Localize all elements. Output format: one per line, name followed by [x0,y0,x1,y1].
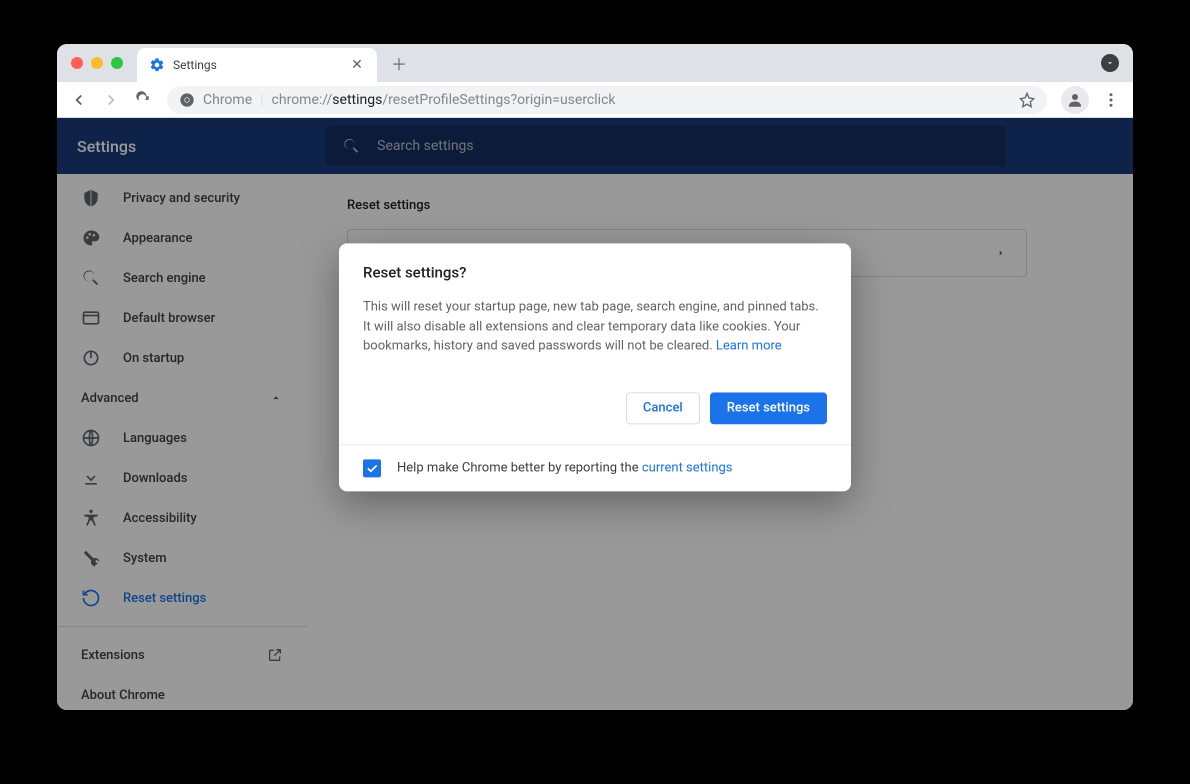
url-prefix: Chrome [203,92,252,108]
url-scheme: chrome:// [272,92,333,108]
close-window-button[interactable] [71,57,83,69]
back-button[interactable] [65,86,93,114]
titlebar: Settings ✕ ＋ [57,44,1133,82]
url-host: settings [332,92,382,108]
dialog-footer: Help make Chrome better by reporting the… [339,444,851,491]
url-path: /resetProfileSettings?origin=userclick [382,92,615,108]
window-controls [57,57,137,69]
minimize-window-button[interactable] [91,57,103,69]
reload-button[interactable] [129,86,157,114]
new-tab-button[interactable]: ＋ [385,49,413,77]
reset-settings-button[interactable]: Reset settings [710,392,827,424]
learn-more-link[interactable]: Learn more [716,338,782,353]
cancel-button[interactable]: Cancel [626,392,700,424]
address-bar[interactable]: Chrome | chrome://settings/resetProfileS… [167,86,1047,114]
maximize-window-button[interactable] [111,57,123,69]
window-menu-icon[interactable] [1101,54,1119,72]
toolbar: Chrome | chrome://settings/resetProfileS… [57,82,1133,118]
footer-text: Help make Chrome better by reporting the… [397,460,733,475]
tab-title: Settings [173,58,341,72]
bookmark-star-icon[interactable] [1019,92,1035,108]
profile-avatar[interactable] [1061,86,1089,114]
browser-tab[interactable]: Settings ✕ [137,48,377,82]
chrome-icon [179,92,195,108]
footer-label: Help make Chrome better by reporting the [397,460,642,475]
dialog-body-text: This will reset your startup page, new t… [363,297,827,356]
dialog-title: Reset settings? [363,263,827,281]
browser-window: Settings ✕ ＋ Chrome | chrome://settings/… [57,44,1133,710]
close-tab-button[interactable]: ✕ [349,57,365,73]
kebab-menu-icon[interactable] [1097,86,1125,114]
url-text: Chrome | chrome://settings/resetProfileS… [203,92,616,108]
current-settings-link[interactable]: current settings [642,460,733,475]
reset-settings-dialog: Reset settings? This will reset your sta… [339,243,851,491]
report-checkbox[interactable] [363,459,381,477]
forward-button[interactable] [97,86,125,114]
gear-icon [149,57,165,73]
